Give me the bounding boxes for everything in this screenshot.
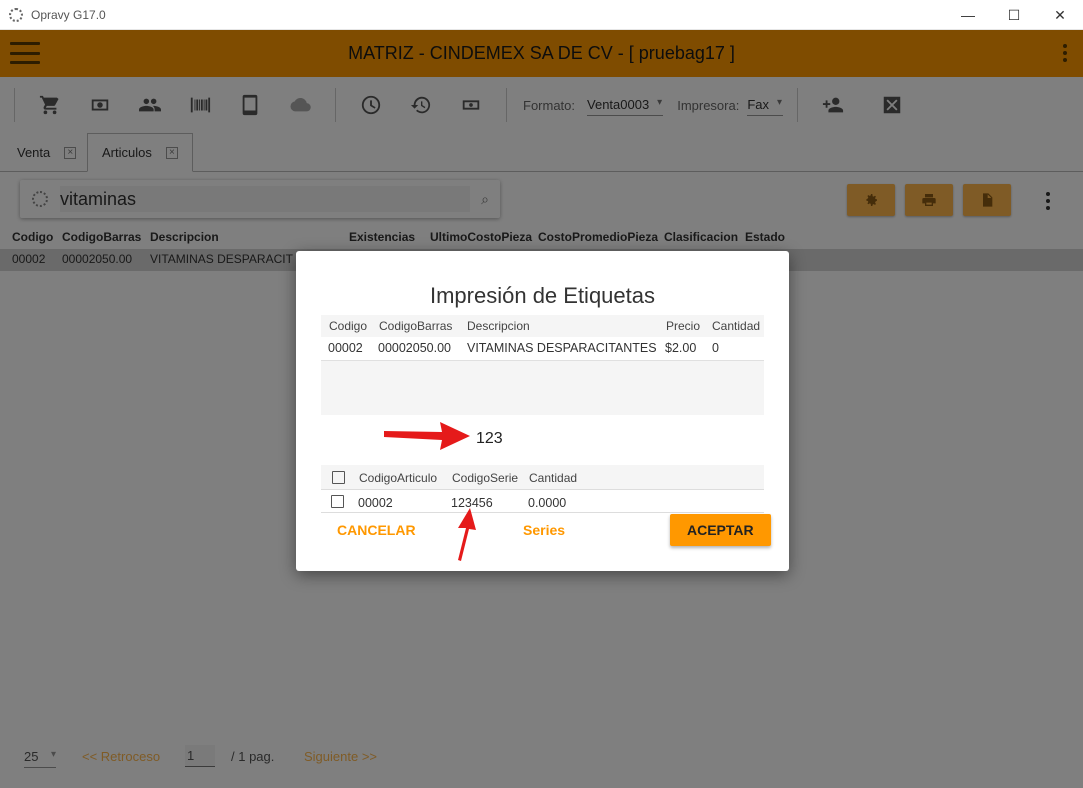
cell-cantidad: 0.0000 xyxy=(528,496,567,510)
close-window-button[interactable]: ✕ xyxy=(1037,0,1083,30)
cell-codigo-barras: 00002050.00 xyxy=(378,341,451,355)
cell-codigo: 00002 xyxy=(328,341,363,355)
column-header: Descripcion xyxy=(467,319,530,333)
annotation-arrow-icon xyxy=(384,422,470,450)
column-header: CodigoBarras xyxy=(379,319,453,333)
series-table: CodigoArticulo CodigoSerie Cantidad 0000… xyxy=(321,465,764,513)
cell-cantidad[interactable]: 0 xyxy=(712,341,719,355)
table-row[interactable]: 00002 123456 0.0000 xyxy=(321,490,764,513)
print-labels-dialog: Impresión de Etiquetas Codigo CodigoBarr… xyxy=(296,251,789,571)
column-header: CodigoArticulo xyxy=(359,471,438,485)
dialog-title: Impresión de Etiquetas xyxy=(429,283,656,308)
series-button[interactable]: Series xyxy=(523,514,565,546)
scan-input-value[interactable]: 123 xyxy=(476,430,503,448)
cell-descripcion: VITAMINAS DESPARACITANTES xyxy=(467,341,657,355)
app-logo-icon xyxy=(9,7,23,22)
cell-codigo-articulo: 00002 xyxy=(358,496,393,510)
column-header: CodigoSerie xyxy=(452,471,519,485)
maximize-button[interactable]: ☐ xyxy=(991,0,1037,30)
table-header: Codigo CodigoBarras Descripcion Precio C… xyxy=(321,315,764,337)
annotation-arrow-icon xyxy=(458,508,476,561)
column-header: Precio xyxy=(666,319,701,333)
table-row[interactable]: 00002 00002050.00 VITAMINAS DESPARACITAN… xyxy=(321,337,764,361)
column-header: Cantidad xyxy=(712,319,761,333)
accept-button[interactable]: ACEPTAR xyxy=(670,514,771,546)
window-titlebar: Opravy G17.0 — ☐ ✕ xyxy=(0,0,1083,30)
cell-precio: $2.00 xyxy=(665,341,697,355)
column-header: Cantidad xyxy=(529,471,578,485)
cancel-button[interactable]: CANCELAR xyxy=(337,514,416,546)
row-checkbox[interactable] xyxy=(331,495,344,508)
labels-table: Codigo CodigoBarras Descripcion Precio C… xyxy=(321,315,764,415)
minimize-button[interactable]: — xyxy=(945,0,991,30)
table-empty-area xyxy=(321,361,764,415)
column-header: Codigo xyxy=(329,319,368,333)
table-header: CodigoArticulo CodigoSerie Cantidad xyxy=(321,465,764,490)
window-title: Opravy G17.0 xyxy=(31,7,106,22)
select-all-checkbox[interactable] xyxy=(332,471,345,484)
